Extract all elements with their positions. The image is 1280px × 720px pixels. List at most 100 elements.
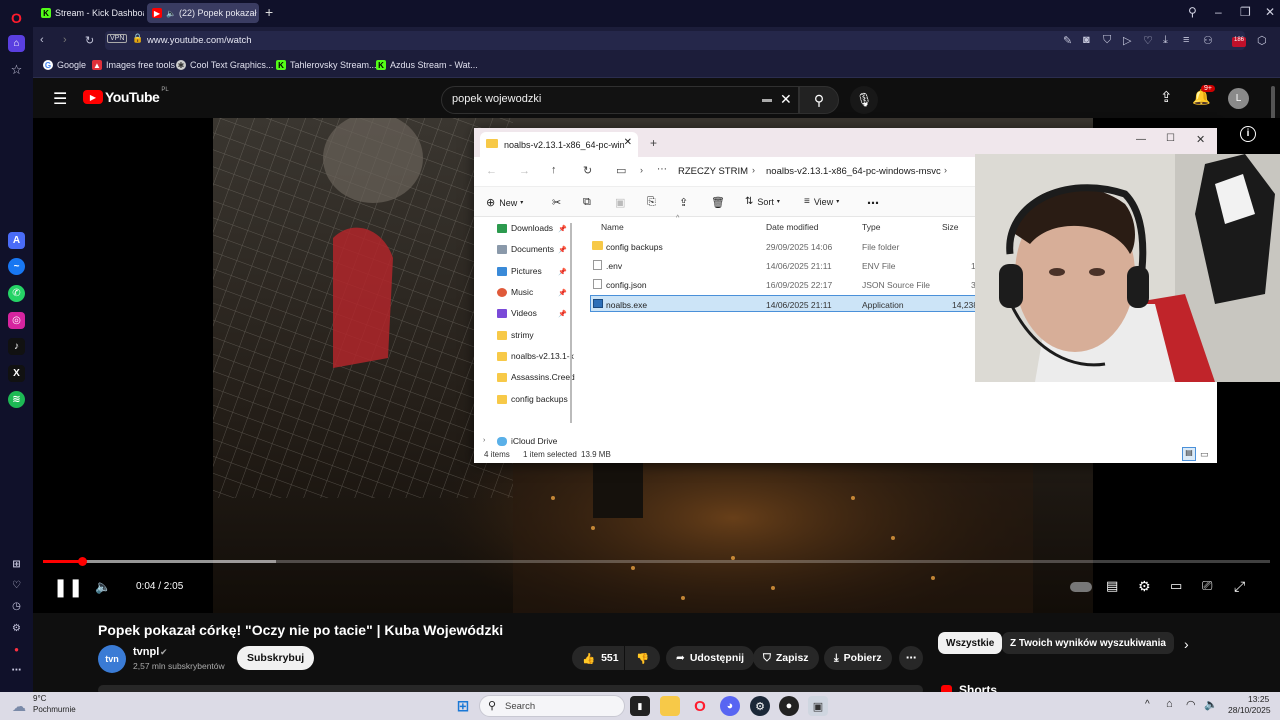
back-icon[interactable]: ‹	[40, 34, 44, 46]
shield-icon[interactable]: ⛉	[1103, 34, 1111, 47]
chips-next-icon[interactable]: ›	[1184, 636, 1189, 652]
nav-downloads[interactable]: Downloads	[497, 223, 553, 233]
start-button[interactable]: ⊞	[453, 696, 473, 716]
settings-icon[interactable]: ⚙	[8, 620, 25, 637]
close-button[interactable]: ✕	[1196, 133, 1205, 146]
speaker-icon[interactable]: 🔈	[166, 9, 176, 18]
history-icon[interactable]: ◷	[8, 598, 25, 615]
more-options-icon[interactable]: ⋯	[867, 196, 879, 210]
up-icon[interactable]: ↑	[551, 164, 557, 176]
new-tab-button[interactable]: +	[265, 4, 273, 20]
steam-icon[interactable]: ⚙	[750, 696, 770, 716]
clock-date[interactable]: 28/10/2025	[1228, 705, 1271, 715]
refresh-icon[interactable]: ↻	[583, 164, 592, 177]
nav-assassins-creed[interactable]: Assassins.Creed	[497, 372, 575, 382]
subscribe-button[interactable]: Subskrybuj	[237, 646, 315, 670]
x-icon[interactable]: X	[8, 365, 25, 382]
fullscreen-icon[interactable]: ⤢	[1234, 578, 1245, 595]
bookmark-images-free-tools[interactable]: ▲ Images free tools	[92, 60, 175, 70]
chip-from-search[interactable]: Z Twoich wyników wyszukiwania	[1002, 632, 1174, 654]
bookmark-tahlerovsky[interactable]: K Tahlerovsky Stream...	[276, 60, 377, 70]
taskbar-search[interactable]: ⚲ Search	[479, 695, 625, 717]
progress-scrubber[interactable]	[78, 557, 88, 566]
player-icon[interactable]: ▷	[1123, 34, 1131, 47]
computer-icon[interactable]: ▭	[616, 164, 626, 177]
details-view-icon[interactable]: ▤	[1182, 447, 1196, 461]
autoplay-toggle[interactable]	[1070, 582, 1092, 592]
avatar[interactable]: L	[1228, 88, 1249, 109]
tray-chevron-icon[interactable]: ^	[1145, 699, 1150, 710]
star-icon[interactable]: ☆	[8, 61, 25, 78]
minimize-button[interactable]: –	[1215, 5, 1222, 19]
settings-icon[interactable]: ⚙	[1138, 578, 1151, 595]
nav-icloud-drive[interactable]: iCloud Drive	[497, 436, 557, 446]
messenger-icon[interactable]: ~	[8, 258, 25, 275]
minimize-button[interactable]: —	[1136, 134, 1146, 145]
column-size[interactable]: Size	[942, 222, 959, 232]
tiles-view-icon[interactable]: ▭	[1200, 449, 1209, 460]
app-icon[interactable]: ▣	[808, 696, 828, 716]
nav-config-backups[interactable]: config backups	[497, 394, 568, 404]
search-button[interactable]: ⚲	[799, 86, 839, 114]
instagram-icon[interactable]: ◎	[8, 312, 25, 329]
channel-avatar[interactable]: tvn	[98, 645, 126, 673]
profile-icon[interactable]: ⚇	[1203, 34, 1213, 47]
nav-pictures[interactable]: Pictures	[497, 266, 542, 276]
forward-icon[interactable]: ›	[63, 34, 67, 46]
pause-button[interactable]: ❚❚	[53, 577, 83, 598]
bookmark-cool-text[interactable]: ✱ Cool Text Graphics...	[176, 60, 273, 70]
more-actions-button[interactable]: ⋯	[899, 646, 923, 670]
workspaces-icon[interactable]: ⊞	[8, 556, 25, 573]
extension-badge[interactable]: 186	[1232, 37, 1246, 47]
share-button[interactable]: ➦ Udostępnij	[666, 646, 755, 670]
channel-name[interactable]: tvnpl	[133, 646, 159, 658]
delete-icon[interactable]: 🗑	[711, 196, 725, 209]
file-row-noalbs-exe[interactable]: noalbs.exe 14/06/2025 21:11 Application …	[590, 295, 990, 312]
file-explorer-icon[interactable]	[660, 696, 680, 716]
aria-icon[interactable]: A	[8, 232, 25, 249]
keyboard-icon[interactable]: ▬	[762, 94, 772, 105]
tiktok-icon[interactable]: ♪	[8, 338, 25, 355]
nav-documents[interactable]: Documents	[497, 244, 554, 254]
breadcrumb-rzeczy-strim[interactable]: RZECZY STRIM	[678, 166, 748, 177]
home-icon[interactable]: ⌂	[8, 35, 25, 52]
column-name[interactable]: Name	[601, 222, 624, 232]
discord-icon[interactable]: ◕	[720, 696, 740, 716]
dislike-button[interactable]: 👎	[625, 646, 660, 670]
tab-kick-dashboard[interactable]: K Stream - Kick Dashboard	[36, 3, 144, 23]
opera-logo-icon[interactable]: O	[8, 9, 25, 26]
column-date-modified[interactable]: Date modified	[766, 222, 818, 232]
subtitles-icon[interactable]: ▤	[1106, 578, 1118, 594]
volume-icon[interactable]: 🔈	[1204, 698, 1218, 711]
obs-icon[interactable]: ●	[779, 696, 799, 716]
tab-youtube[interactable]: ▶ 🔈 (22) Popek pokazał có	[147, 3, 259, 23]
expand-icon[interactable]: ›	[483, 437, 485, 444]
network-icon[interactable]: ⌂	[1166, 698, 1173, 710]
spotify-icon[interactable]: ≋	[8, 391, 25, 408]
search-input[interactable]: popek wojewodzki	[452, 93, 541, 105]
wifi-icon[interactable]: ◠	[1186, 698, 1196, 711]
nav-strimy[interactable]: strimy	[497, 330, 534, 340]
camera-icon[interactable]: ◙	[1083, 34, 1090, 46]
sort-button[interactable]: ⇅ Sort ▾	[745, 196, 780, 207]
description-box[interactable]	[98, 685, 923, 692]
back-icon[interactable]: ←	[486, 165, 497, 177]
search-tabs-icon[interactable]: ⚲	[1188, 5, 1197, 19]
download-button[interactable]: ⤓ Pobierz	[824, 646, 892, 670]
edit-icon[interactable]: ✎	[1063, 34, 1072, 47]
theater-mode-icon[interactable]: ▭	[1170, 578, 1182, 594]
like-button[interactable]: 👍 551	[572, 646, 624, 670]
heart-icon[interactable]: ♡	[1143, 34, 1153, 47]
upload-icon[interactable]: ⇪	[1160, 88, 1173, 106]
whatsapp-icon[interactable]: ✆	[8, 285, 25, 302]
rename-icon[interactable]: ⎘	[647, 196, 656, 209]
progress-bar[interactable]	[43, 557, 1270, 566]
cube-icon[interactable]: ⬡	[1257, 34, 1267, 47]
heart-icon[interactable]: ♡	[8, 577, 25, 594]
maximize-button[interactable]: ❐	[1240, 5, 1251, 19]
record-icon[interactable]: ●	[8, 641, 25, 658]
paste-icon[interactable]: ▣	[615, 196, 625, 209]
new-button[interactable]: ⊕ New ▾	[486, 196, 523, 209]
reload-icon[interactable]: ↻	[85, 34, 94, 47]
share-icon[interactable]: ⇪	[679, 196, 688, 209]
